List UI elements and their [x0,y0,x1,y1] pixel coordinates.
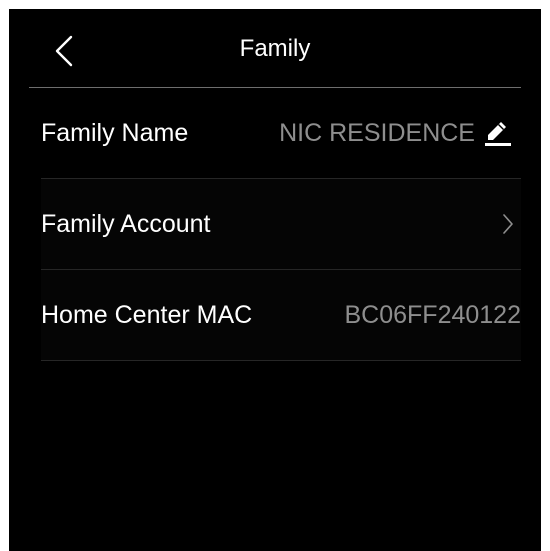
home-center-mac-label: Home Center MAC [41,301,253,329]
home-center-mac-row: Home Center MAC BC06FF240122 [41,270,521,361]
home-center-mac-value: BC06FF240122 [344,301,521,329]
edit-family-name-button[interactable] [483,118,513,148]
settings-list: Family Name NIC RESIDENCE Family Account… [41,88,521,361]
family-account-label: Family Account [41,210,211,238]
chevron-right-icon [501,212,515,236]
pencil-edit-icon [485,122,511,146]
family-name-label: Family Name [41,119,189,147]
header-bar: Family [9,9,541,88]
family-account-row[interactable]: Family Account [41,179,521,270]
family-name-row[interactable]: Family Name NIC RESIDENCE [41,88,521,179]
page-title: Family [239,35,311,62]
family-screen: Family Family Name NIC RESIDENCE Family … [9,9,541,551]
family-name-value: NIC RESIDENCE [279,119,475,147]
